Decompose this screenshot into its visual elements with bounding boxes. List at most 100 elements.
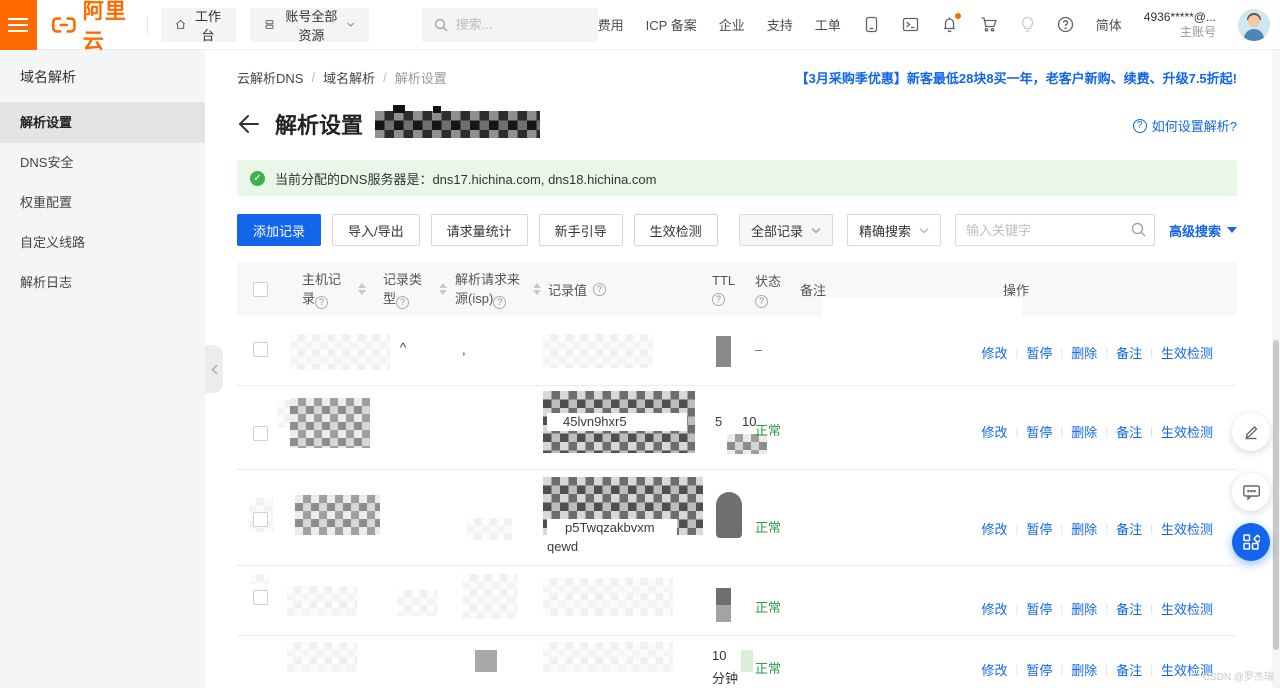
row-action-pause[interactable]: 暂停 [1026, 343, 1052, 362]
lightbulb-icon[interactable] [1020, 16, 1035, 33]
row-action-delete[interactable]: 删除 [1071, 422, 1097, 441]
screen: 阿里云 工作台 账号全部资源 费用 ICP 备案 企业 支持 工单 [0, 0, 1280, 688]
workbench-button[interactable]: 工作台 [161, 8, 236, 42]
row-action-delete[interactable]: 删除 [1071, 599, 1097, 618]
row-action-activation-check[interactable]: 生效检测 [1161, 599, 1213, 618]
sort-type[interactable] [439, 283, 447, 295]
row-action-modify[interactable]: 修改 [981, 343, 1007, 362]
record-filter-select[interactable]: 全部记录 [739, 214, 833, 246]
help-question-icon[interactable] [315, 296, 328, 309]
row-action-modify[interactable]: 修改 [981, 519, 1007, 538]
sidebar-item-weight-config[interactable]: 权重配置 [0, 183, 205, 223]
sort-host[interactable] [358, 283, 366, 295]
promo-banner-link[interactable]: 【3月采购季优惠】新客最低28块8买一年，老客户新购、续费、升级7.5折起! [796, 68, 1237, 87]
action-separator: | [1016, 426, 1019, 438]
request-stats-button[interactable]: 请求量统计 [431, 214, 528, 246]
scrollbar-thumb[interactable] [1273, 340, 1279, 650]
chat-support-button[interactable] [1232, 473, 1270, 511]
redacted-block [287, 642, 357, 672]
aliyun-logo[interactable]: 阿里云 [51, 0, 133, 55]
feedback-pencil-button[interactable] [1232, 413, 1270, 451]
sidebar-collapse-handle[interactable] [205, 345, 223, 393]
advanced-search-toggle[interactable]: 高级搜索 [1169, 221, 1237, 240]
row-checkbox[interactable] [253, 590, 268, 605]
breadcrumb-dns[interactable]: 云解析DNS [237, 68, 303, 87]
topbar-search[interactable] [422, 8, 598, 42]
scrollbar-track[interactable] [1272, 50, 1280, 688]
action-separator: | [1060, 603, 1063, 615]
row-action-modify[interactable]: 修改 [981, 660, 1007, 679]
redacted-block [543, 334, 653, 368]
search-icon[interactable] [1131, 222, 1146, 237]
row-action-pause[interactable]: 暂停 [1026, 519, 1052, 538]
help-question-icon[interactable] [712, 293, 725, 306]
topbar-divider [147, 16, 148, 34]
action-separator: | [1105, 426, 1108, 438]
menu-icon[interactable] [0, 0, 37, 50]
row-action-remark[interactable]: 备注 [1116, 422, 1142, 441]
sidebar-item-dns-settings[interactable]: 解析设置 [0, 103, 205, 143]
beginner-guide-button[interactable]: 新手引导 [539, 214, 623, 246]
back-button[interactable] [237, 113, 261, 135]
row-checkbox[interactable] [253, 342, 268, 357]
topbar: 阿里云 工作台 账号全部资源 费用 ICP 备案 企业 支持 工单 [0, 0, 1280, 50]
help-question-icon[interactable] [593, 283, 606, 296]
row-action-remark[interactable]: 备注 [1116, 599, 1142, 618]
row-action-delete[interactable]: 删除 [1071, 519, 1097, 538]
row-action-modify[interactable]: 修改 [981, 599, 1007, 618]
nav-billing[interactable]: 费用 [598, 15, 624, 34]
row-action-pause[interactable]: 暂停 [1026, 660, 1052, 679]
search-mode-select[interactable]: 精确搜索 [847, 214, 941, 246]
help-question-icon[interactable] [755, 295, 768, 308]
sidebar-item-custom-lines[interactable]: 自定义线路 [0, 223, 205, 263]
chevron-down-icon [811, 227, 821, 234]
arrow-left-icon [237, 113, 261, 135]
select-all-checkbox[interactable] [253, 282, 268, 297]
sort-isp[interactable] [533, 283, 541, 295]
row-action-delete[interactable]: 删除 [1071, 660, 1097, 679]
help-icon[interactable] [1057, 16, 1074, 33]
redacted-block [716, 588, 731, 605]
breadcrumb-domain-resolution[interactable]: 域名解析 [323, 68, 375, 87]
keyword-search-box [955, 214, 1155, 246]
row-action-remark[interactable]: 备注 [1116, 519, 1142, 538]
import-export-button[interactable]: 导入/导出 [332, 214, 420, 246]
redacted-block [716, 492, 742, 538]
avatar[interactable] [1238, 9, 1270, 41]
notifications-bell-icon[interactable] [941, 16, 958, 33]
topbar-search-input[interactable] [456, 17, 586, 32]
nav-enterprise[interactable]: 企业 [719, 15, 745, 34]
redacted-block [475, 650, 497, 672]
row-action-remark[interactable]: 备注 [1116, 660, 1142, 679]
row-action-activation-check[interactable]: 生效检测 [1161, 519, 1213, 538]
row-checkbox[interactable] [253, 512, 268, 527]
account-resources-button[interactable]: 账号全部资源 [250, 8, 368, 42]
row-action-remark[interactable]: 备注 [1116, 343, 1142, 362]
activation-check-button[interactable]: 生效检测 [634, 214, 718, 246]
nav-icp[interactable]: ICP 备案 [646, 15, 697, 34]
sidebar-item-dns-security[interactable]: DNS安全 [0, 143, 205, 183]
add-record-button[interactable]: 添加记录 [237, 214, 321, 246]
locale-switch[interactable]: 简体 [1096, 15, 1122, 34]
row-action-activation-check[interactable]: 生效检测 [1161, 422, 1213, 441]
redacted-block [741, 650, 753, 672]
cloudshell-icon[interactable] [902, 16, 919, 33]
help-question-icon[interactable] [493, 296, 506, 309]
widgets-button[interactable] [1232, 523, 1270, 561]
nav-support[interactable]: 支持 [767, 15, 793, 34]
row-action-pause[interactable]: 暂停 [1026, 422, 1052, 441]
row-action-delete[interactable]: 删除 [1071, 343, 1097, 362]
row-checkbox[interactable] [253, 426, 268, 441]
keyword-input[interactable] [955, 214, 1155, 246]
table-row: 正常 修改|暂停|删除|备注|生效检测 [237, 566, 1237, 636]
row-action-modify[interactable]: 修改 [981, 422, 1007, 441]
how-to-configure-link[interactable]: 如何设置解析? [1133, 116, 1237, 135]
account-info[interactable]: 4936*****@... 主账号 [1144, 10, 1216, 40]
sidebar-item-dns-logs[interactable]: 解析日志 [0, 263, 205, 303]
mobile-app-icon[interactable] [863, 16, 880, 33]
row-action-pause[interactable]: 暂停 [1026, 599, 1052, 618]
nav-tickets[interactable]: 工单 [815, 15, 841, 34]
row-action-activation-check[interactable]: 生效检测 [1161, 343, 1213, 362]
cart-icon[interactable] [980, 16, 998, 33]
help-question-icon[interactable] [396, 296, 409, 309]
